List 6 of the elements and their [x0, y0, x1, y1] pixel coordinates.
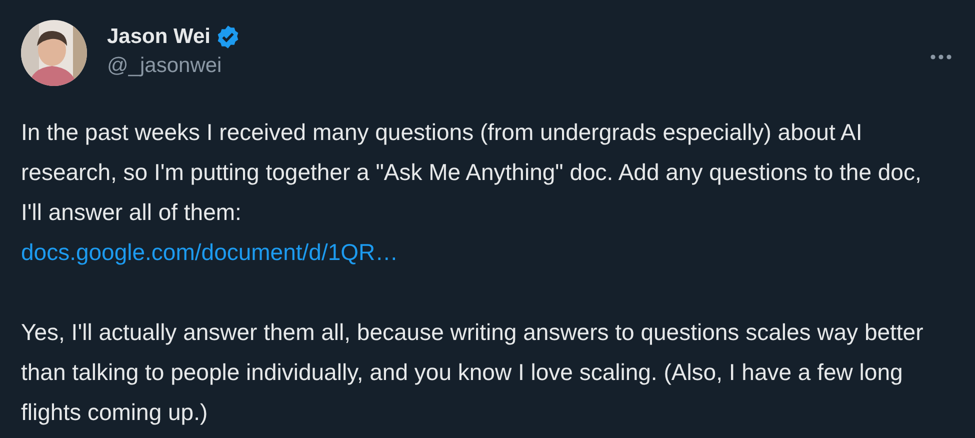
more-options-icon[interactable]: [930, 54, 952, 60]
author-name[interactable]: Jason Wei: [107, 25, 210, 49]
tweet-paragraph: In the past weeks I received many questions (from undergrads especially) about AI research, so I'm putting together a "Ask Me Anything" doc. Add any questions to the doc, I'll answer all of them: docs.google.com/document/d/1QR…: [21, 118, 922, 267]
author-handle[interactable]: @_jasonwei: [107, 54, 242, 78]
tweet-paragraph: Yes, I'll actually answer them all, because writing answers to questions scales way better than talking to people individually, and you know I love scaling. (Also, I have a few long flights coming up.): [21, 318, 924, 427]
document-link[interactable]: docs.google.com/document/d/1QR…: [21, 239, 398, 265]
